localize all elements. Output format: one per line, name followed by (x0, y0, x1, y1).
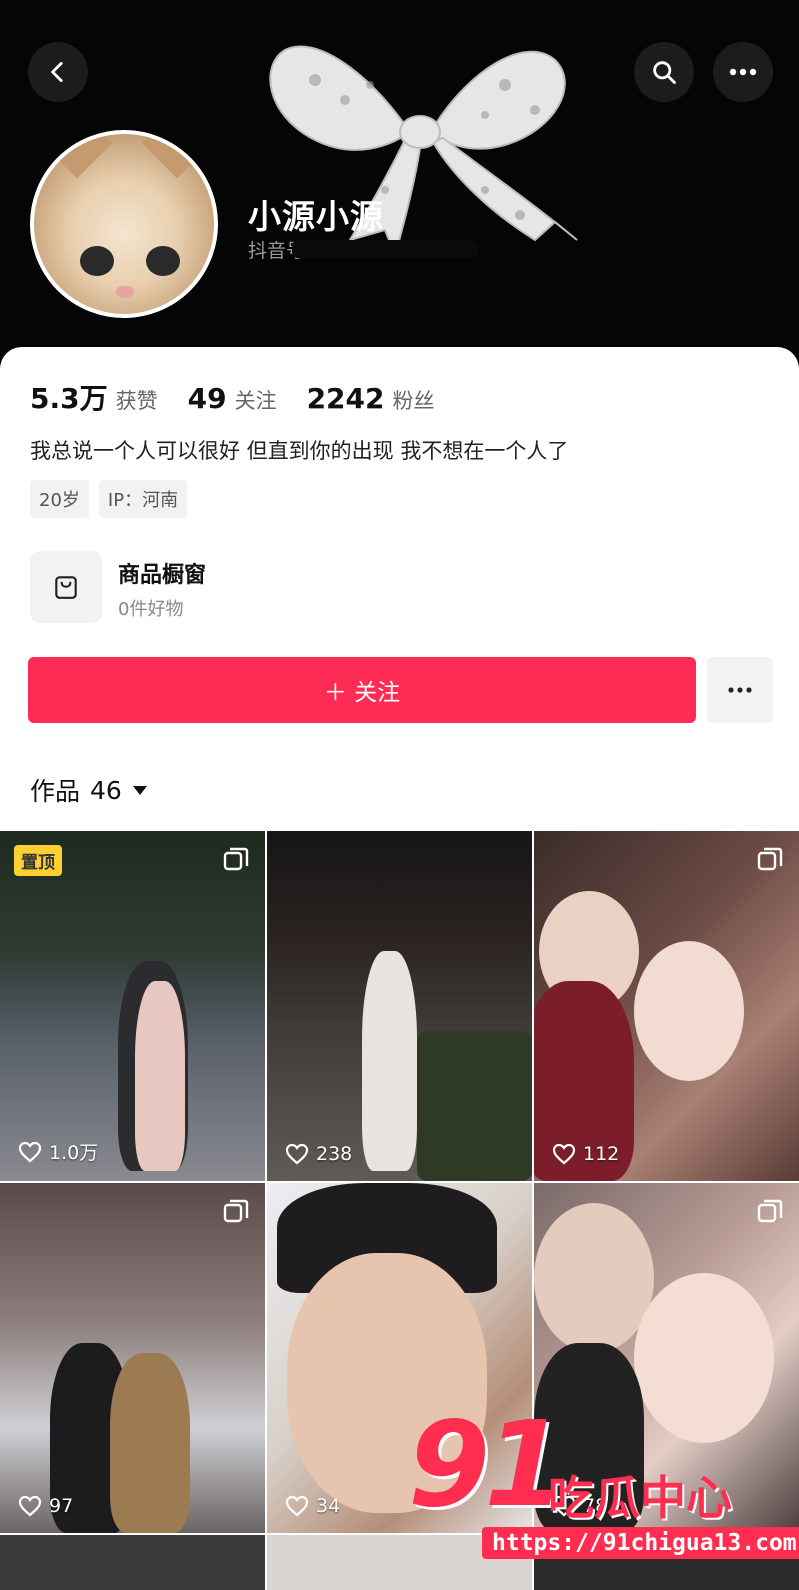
video-tile[interactable]: 97 (0, 1183, 265, 1533)
shop-title: 商品橱窗 (118, 563, 207, 588)
pinned-badge: 置顶 (14, 845, 62, 876)
profile-name: 小源小源 (248, 197, 384, 236)
age-tag: 20岁 (30, 480, 89, 518)
face-shape (634, 1273, 774, 1443)
follow-button[interactable]: ＋ 关注 (28, 657, 696, 723)
like-count-text: 112 (583, 1143, 620, 1165)
search-icon (653, 61, 676, 84)
caret-down-icon (132, 786, 147, 795)
shop-icon-box (30, 551, 102, 623)
stats-row: 5.3万 获赞 49 关注 2242 粉丝 (30, 377, 465, 417)
redacted-id (292, 240, 478, 258)
face-shape (634, 941, 744, 1081)
like-count-text: 1.0万 (49, 1142, 99, 1164)
multi-image-icon (223, 847, 249, 871)
hedge-shape (417, 1031, 532, 1181)
like-count: 238 (285, 1143, 352, 1165)
likes-label: 获赞 (115, 389, 158, 413)
cat-ear (41, 134, 113, 179)
search-button[interactable] (634, 42, 694, 102)
video-tile[interactable]: 112 (534, 831, 799, 1181)
heart-icon (285, 1143, 309, 1165)
like-count-text: 97 (49, 1495, 74, 1517)
followers-count[interactable]: 2242 (307, 382, 385, 415)
like-count: 34 (285, 1495, 340, 1517)
like-count-text: 34 (316, 1495, 341, 1517)
figure-shape (135, 981, 185, 1171)
cat-eye (80, 246, 114, 276)
cat-ear (141, 134, 213, 179)
back-button[interactable] (28, 42, 88, 102)
following-label[interactable]: 关注 (235, 385, 277, 415)
works-label: 作品 (30, 777, 81, 806)
shopping-bag-icon (55, 576, 77, 599)
heart-icon (285, 1495, 309, 1517)
heart-icon (552, 1143, 576, 1165)
likes-count: 5.3万 (30, 382, 108, 415)
bio-text: 我总说一个人可以很好 但直到你的出现 我不想在一个人了 (30, 439, 569, 463)
multi-image-icon (757, 1199, 783, 1223)
avatar[interactable] (30, 130, 218, 318)
heart-icon (18, 1141, 42, 1162)
shop-subtitle: 0件好物 (118, 599, 184, 620)
heart-icon (18, 1495, 42, 1517)
follow-more-button[interactable] (707, 657, 773, 723)
face-shape (534, 1203, 654, 1353)
watermark-text: 吃瓜中心 (548, 1471, 732, 1525)
video-tile[interactable] (0, 1535, 265, 1590)
ip-location-tag: IP：河南 (98, 480, 188, 518)
more-options-button[interactable] (713, 42, 773, 102)
multi-image-icon (223, 1199, 249, 1223)
like-count: 97 (18, 1495, 73, 1517)
watermark-number: 91 (408, 1395, 566, 1533)
like-count: 112 (552, 1143, 619, 1165)
tag-list: 20岁 IP：河南 (30, 480, 188, 518)
cat-eye (146, 246, 180, 276)
figure-shape (110, 1353, 190, 1533)
like-count: 1.0万 (18, 1138, 98, 1165)
following-count[interactable]: 49 (188, 382, 227, 415)
works-tab[interactable]: 作品 46 (30, 772, 148, 808)
multi-image-icon (757, 847, 783, 871)
like-count-text: 238 (316, 1143, 353, 1165)
works-count: 46 (90, 775, 122, 805)
video-tile[interactable]: 置顶 1.0万 (0, 831, 265, 1181)
more-dots-icon (729, 68, 757, 76)
video-tile[interactable]: 238 (267, 831, 532, 1181)
cat-nose (116, 286, 134, 298)
watermark-url: https://91chigua13.com (482, 1527, 799, 1559)
shop-window[interactable]: 商品橱窗 0件好物 (30, 551, 390, 625)
more-dots-icon (728, 687, 752, 693)
chevron-left-icon (51, 61, 63, 83)
figure-shape (362, 951, 417, 1171)
profile-header: 小源小源 抖音号 (0, 0, 799, 360)
followers-label[interactable]: 粉丝 (393, 385, 435, 415)
